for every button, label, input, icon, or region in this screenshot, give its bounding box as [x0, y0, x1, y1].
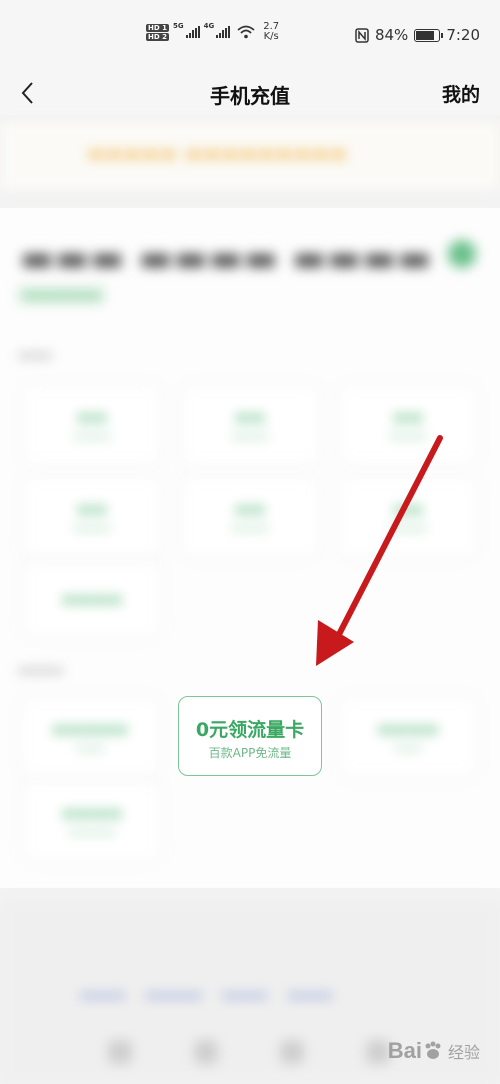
mine-link[interactable]: 我的	[442, 80, 480, 107]
nav-header: 手机充值 我的	[0, 70, 500, 115]
service-tile[interactable]: ▬▬▬▬ ▬▬▬▬▬	[22, 780, 162, 862]
signal-icon-2	[216, 26, 231, 38]
clock: 7:20	[446, 26, 480, 44]
service-tile[interactable]: ▬▬▬▬▬ ▬▬▬	[20, 696, 160, 778]
free-data-card-tile[interactable]: 0元领流量卡 百款APP免流量	[178, 696, 322, 776]
amount-tile[interactable]: ▬▬ ▬▬▬▬	[180, 476, 320, 558]
footer-links: ▬▬▬▬ ▬▬▬▬▬ ▬▬▬▬ ▬▬▬▬	[80, 988, 333, 1002]
amount-tile[interactable]: ▬▬ ▬▬▬▬	[338, 384, 478, 466]
footer-link[interactable]: ▬▬▬▬▬	[145, 988, 202, 1002]
network-4g-label: 4G	[203, 22, 215, 30]
watermark-suffix: 经验	[447, 1045, 480, 1062]
hd-badge-1: HD 1	[146, 23, 169, 32]
network-speed: 2.7 K/s	[263, 22, 279, 42]
wifi-icon	[237, 25, 255, 39]
free-data-card-subtitle: 百款APP免流量	[208, 746, 292, 760]
status-right: 84% 7:20	[355, 26, 480, 44]
network-5g-label: 5G	[172, 22, 184, 30]
status-bar: HD 1 HD 2 5G 4G 2.7 K/s 84% 7:20	[0, 0, 500, 70]
footer-icon[interactable]	[108, 1040, 132, 1064]
amount-tile[interactable]: ▬▬ ▬▬▬▬	[22, 384, 162, 466]
amount-tile[interactable]: ▬▬ ▬▬▬▬	[22, 476, 162, 558]
phone-number-field[interactable]: ▬▬▬ ▬▬▬▬ ▬▬▬▬	[20, 238, 432, 279]
signal-icon-1	[185, 26, 200, 38]
footer-link[interactable]: ▬▬▬▬	[80, 988, 125, 1002]
baidu-watermark: Bai 经验	[388, 1038, 480, 1064]
section-label-services: ▬▬▬▬	[18, 663, 64, 677]
footer-icons	[108, 1040, 390, 1064]
footer-icon[interactable]	[366, 1040, 390, 1064]
promo-banner-text: ▬▬▬▬▬ ▬▬▬▬▬▬▬▬▬	[88, 144, 349, 164]
nfc-icon	[355, 27, 369, 43]
promo-banner[interactable]: ▬▬▬▬▬ ▬▬▬▬▬▬▬▬▬	[0, 122, 500, 190]
status-left: HD 1 HD 2 5G 4G 2.7 K/s	[146, 22, 279, 42]
service-tile[interactable]: ▬▬▬▬ ▬▬▬	[338, 696, 478, 778]
footer-icon[interactable]	[280, 1040, 304, 1064]
operator-tag: ▬▬▬▬▬▬▬	[18, 286, 106, 304]
free-data-card-title: 0元领流量卡	[195, 719, 305, 741]
hd-badges: HD 1 HD 2	[146, 23, 169, 41]
paw-icon	[425, 1041, 441, 1059]
contacts-icon[interactable]	[448, 240, 476, 268]
speed-unit: K/s	[263, 31, 279, 42]
footer-link[interactable]: ▬▬▬▬	[222, 988, 267, 1002]
watermark-brand: Bai	[387, 1038, 422, 1063]
amount-tile[interactable]: ▬▬ ▬▬▬▬	[180, 384, 320, 466]
amount-tile[interactable]: ▬▬ ▬▬▬▬	[338, 476, 478, 558]
page-title: 手机充值	[210, 84, 290, 108]
custom-amount-tile[interactable]: ▬▬▬▬	[22, 560, 162, 638]
battery-icon	[414, 28, 444, 42]
footer-icon[interactable]	[194, 1040, 218, 1064]
hd-badge-2: HD 2	[146, 32, 169, 41]
section-label-recharge: ▬▬▬	[18, 348, 53, 362]
footer-link[interactable]: ▬▬▬▬	[287, 988, 332, 1002]
recharge-card: ▬▬▬ ▬▬▬▬ ▬▬▬▬ ▬▬▬▬▬▬▬ ▬▬▬ ▬▬ ▬▬▬▬ ▬▬ ▬▬▬▬ …	[0, 208, 500, 888]
battery-percent: 84%	[374, 26, 409, 44]
